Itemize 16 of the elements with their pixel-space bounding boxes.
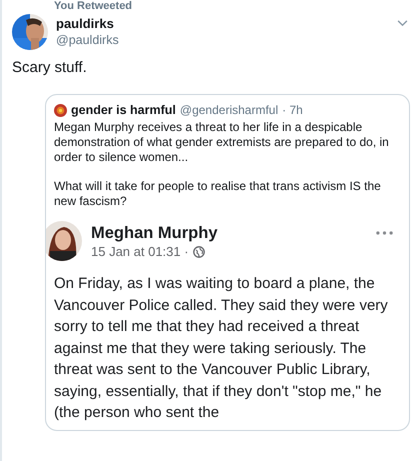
post-date: 15 Jan at 01:31 · — [91, 244, 189, 259]
quoted-user-name: gender is harmful — [71, 103, 176, 117]
quoted-tweet-card[interactable] — [45, 94, 410, 430]
quoted-text: Megan Murphy receives a threat to her life in a despicable demonstration of what gender extremists are prepared to do, in order to silence women... — [54, 120, 390, 165]
chevron-down-icon[interactable] — [397, 20, 408, 27]
post-text: On Friday, as I was waiting to board a plane, the Vancouver Police called. They said they were very sorry to tell me that they had received a threat against me that they were taking seriously. The threat was sent to the Vancouver Public Library, saying, essentially, that if they don't "stop me," he (the person who sent the — [54, 274, 389, 423]
retweet-label: You Retweeted — [53, 0, 134, 12]
quoted-time: · 7h — [282, 103, 303, 117]
tweet-text: Scary stuff. — [12, 58, 88, 78]
user-handle[interactable]: @pauldirks — [56, 32, 389, 48]
post-author: Meghan Murphy — [91, 223, 218, 244]
more-options-icon — [376, 231, 393, 235]
quoted-text: What will it take for people to realise that trans activism IS the new fascism? — [54, 179, 382, 209]
user-name[interactable]: pauldirks — [56, 16, 389, 32]
globe-icon — [192, 246, 205, 258]
quoted-user-handle: @genderisharmful — [180, 103, 278, 117]
